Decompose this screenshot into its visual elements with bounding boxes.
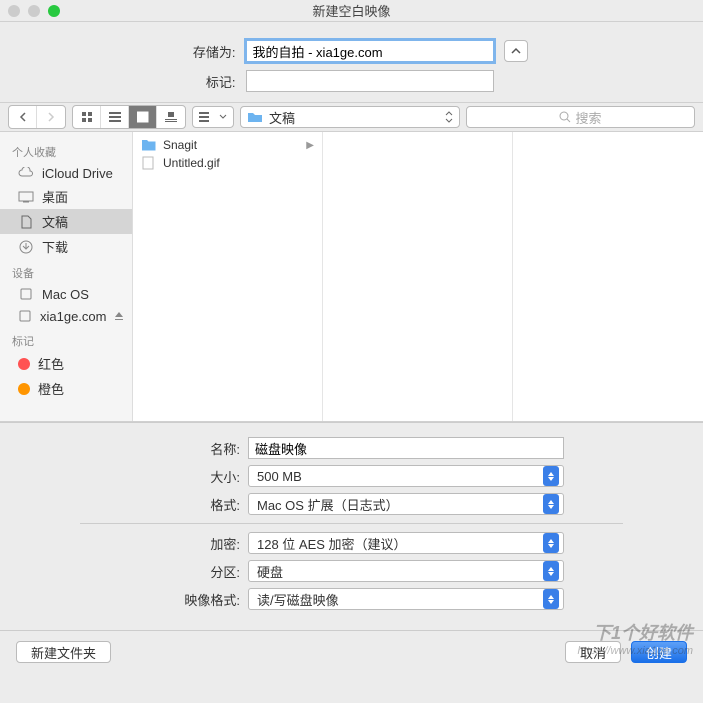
icon-view-button[interactable] (73, 106, 101, 128)
sidebar: 个人收藏 iCloud Drive 桌面 文稿 下载 设备 Mac OS xia… (0, 132, 133, 421)
updown-icon (445, 111, 453, 123)
window-title: 新建空白映像 (0, 1, 703, 20)
coverflow-view-button[interactable] (157, 106, 185, 128)
updown-icon (543, 533, 559, 553)
eject-icon[interactable] (114, 309, 124, 324)
folder-icon (247, 111, 263, 123)
format-label: 格式: (20, 495, 240, 514)
location-popup[interactable]: 文稿 (240, 106, 460, 128)
list-item[interactable]: Snagit ▶ (133, 136, 322, 154)
toolbar: 文稿 搜索 (0, 102, 703, 132)
sidebar-item-downloads[interactable]: 下载 (0, 234, 132, 259)
save-as-label: 存储为: (176, 42, 236, 61)
sidebar-item-documents[interactable]: 文稿 (0, 209, 132, 234)
search-icon (559, 111, 571, 123)
disk-icon (18, 286, 34, 302)
partition-label: 分区: (20, 562, 240, 581)
list-icon (109, 111, 121, 123)
format-select[interactable]: Mac OS 扩展（日志式） (248, 493, 564, 515)
sidebar-item-xia1ge[interactable]: xia1ge.com (0, 305, 132, 327)
sidebar-tag-red[interactable]: 红色 (0, 351, 132, 376)
zoom-window-button[interactable] (48, 5, 60, 17)
documents-icon (18, 214, 34, 230)
close-window-button[interactable] (8, 5, 20, 17)
minimize-window-button[interactable] (28, 5, 40, 17)
divider (80, 523, 623, 524)
save-panel: 存储为: 标记: (0, 22, 703, 102)
list-view-button[interactable] (101, 106, 129, 128)
tag-dot-icon (18, 383, 30, 395)
new-folder-button[interactable]: 新建文件夹 (16, 641, 111, 663)
image-format-select[interactable]: 读/写磁盘映像 (248, 588, 564, 610)
columns-icon (137, 111, 149, 123)
devices-header: 设备 (0, 259, 132, 283)
tag-dot-icon (18, 358, 30, 370)
desktop-icon (18, 189, 34, 205)
column-3[interactable] (513, 132, 703, 421)
cloud-icon (18, 165, 34, 181)
chevron-right-icon (47, 112, 55, 122)
view-mode-buttons (72, 105, 186, 129)
size-select[interactable]: 500 MB (248, 465, 564, 487)
updown-icon (543, 561, 559, 581)
tags-header: 标记 (0, 327, 132, 351)
size-label: 大小: (20, 467, 240, 486)
disclosure-arrow-icon: ▶ (306, 140, 314, 151)
sidebar-tag-orange[interactable]: 橙色 (0, 376, 132, 401)
location-label: 文稿 (269, 108, 295, 127)
nav-buttons (8, 105, 66, 129)
tags-label: 标记: (176, 72, 236, 91)
sidebar-item-desktop[interactable]: 桌面 (0, 184, 132, 209)
downloads-icon (18, 239, 34, 255)
column-1[interactable]: Snagit ▶ Untitled.gif (133, 132, 323, 421)
updown-icon (543, 589, 559, 609)
group-icon (199, 111, 213, 123)
titlebar: 新建空白映像 (0, 0, 703, 22)
file-browser: 个人收藏 iCloud Drive 桌面 文稿 下载 设备 Mac OS xia… (0, 132, 703, 422)
sidebar-item-icloud[interactable]: iCloud Drive (0, 162, 132, 184)
watermark: 下1个好软件 https://www.xia1ge.com (577, 619, 693, 657)
options-panel: 名称: 大小: 500 MB 格式: Mac OS 扩展（日志式） 加密: 128 位… (0, 422, 703, 630)
back-button[interactable] (9, 106, 37, 128)
forward-button[interactable] (37, 106, 65, 128)
column-view-button[interactable] (129, 106, 157, 128)
group-popup[interactable] (192, 106, 234, 128)
grid-icon (81, 111, 93, 123)
tags-input[interactable] (246, 70, 494, 92)
file-icon (141, 156, 157, 170)
sidebar-item-macos[interactable]: Mac OS (0, 283, 132, 305)
search-field[interactable]: 搜索 (466, 106, 695, 128)
folder-icon (141, 138, 157, 152)
image-format-label: 映像格式: (20, 590, 240, 609)
search-placeholder: 搜索 (575, 108, 601, 127)
coverflow-icon (165, 111, 177, 123)
column-2[interactable] (323, 132, 513, 421)
save-as-input[interactable] (246, 40, 494, 62)
partition-select[interactable]: 硬盘 (248, 560, 564, 582)
disk-icon (18, 308, 32, 324)
expand-button[interactable] (504, 40, 528, 62)
updown-icon (543, 494, 559, 514)
encryption-label: 加密: (20, 534, 240, 553)
chevron-left-icon (19, 112, 27, 122)
column-view: Snagit ▶ Untitled.gif (133, 132, 703, 421)
name-input[interactable] (248, 437, 564, 459)
chevron-down-icon (219, 114, 227, 120)
favorites-header: 个人收藏 (0, 138, 132, 162)
encryption-select[interactable]: 128 位 AES 加密（建议） (248, 532, 564, 554)
name-label: 名称: (20, 439, 240, 458)
updown-icon (543, 466, 559, 486)
list-item[interactable]: Untitled.gif (133, 154, 322, 172)
chevron-up-icon (511, 47, 521, 55)
